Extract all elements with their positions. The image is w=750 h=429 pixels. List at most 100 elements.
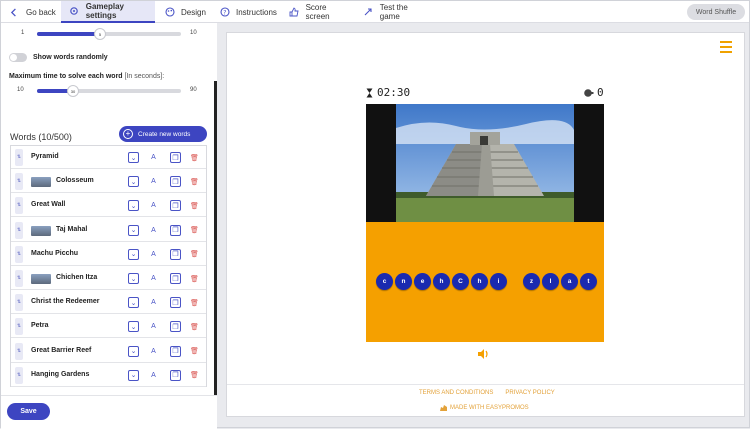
max-time-slider[interactable]: 10 30 90 <box>9 85 209 97</box>
create-new-words-button[interactable]: + Create new words <box>119 126 207 142</box>
letter-tile[interactable]: a <box>561 273 578 290</box>
translate-icon[interactable]: A <box>148 321 159 332</box>
duplicate-icon[interactable]: ❐ <box>170 345 181 357</box>
save-button[interactable]: Save <box>7 403 50 420</box>
drag-handle-icon[interactable]: ⇅ <box>15 245 23 263</box>
terms-link[interactable]: TERMS AND CONDITIONS <box>419 390 493 396</box>
made-with-link[interactable]: MADE WITH EASYPROMOS <box>440 405 529 411</box>
letter-tile[interactable]: h <box>471 273 488 290</box>
trash-icon[interactable]: 🗑 <box>189 297 200 308</box>
trash-icon[interactable]: 🗑 <box>189 152 200 163</box>
slider-min: 1 <box>21 30 25 36</box>
word-row[interactable]: ⇅ Machu Picchu ⌄ A ❐ 🗑 <box>11 243 206 266</box>
dropdown-icon[interactable]: ⌄ <box>128 200 139 212</box>
dropdown-icon[interactable]: ⌄ <box>128 297 139 309</box>
plus-icon: + <box>123 129 133 139</box>
trash-icon[interactable]: 🗑 <box>189 249 200 260</box>
score: 0 <box>583 86 604 99</box>
duplicate-icon[interactable]: ❐ <box>170 369 181 381</box>
word-row[interactable]: ⇅ Chichen Itza ⌄ A ❐ 🗑 <box>11 267 206 290</box>
translate-icon[interactable]: A <box>148 346 159 357</box>
letter-tile[interactable]: e <box>414 273 431 290</box>
word-row[interactable]: ⇅ Petra ⌄ A ❐ 🗑 <box>11 315 206 339</box>
drag-handle-icon[interactable]: ⇅ <box>15 342 23 360</box>
word-row[interactable]: ⇅ Colosseum ⌄ A ❐ 🗑 <box>11 170 206 194</box>
word-row[interactable]: ⇅ Hanging Gardens ⌄ A ❐ 🗑 <box>11 364 206 387</box>
slider-knob[interactable]: 30 <box>67 85 79 97</box>
letter-tile[interactable]: i <box>490 273 507 290</box>
translate-icon[interactable]: A <box>148 273 159 284</box>
dropdown-icon[interactable]: ⌄ <box>128 248 139 260</box>
tab-score-screen[interactable]: Score screen <box>289 1 351 23</box>
dropdown-icon[interactable]: ⌄ <box>128 152 139 163</box>
translate-icon[interactable]: A <box>148 200 159 211</box>
drag-handle-icon[interactable]: ⇅ <box>15 294 23 312</box>
dropdown-icon[interactable]: ⌄ <box>128 345 139 357</box>
translate-icon[interactable]: A <box>148 370 159 381</box>
drag-handle-icon[interactable]: ⇅ <box>15 270 23 287</box>
duplicate-icon[interactable]: ❐ <box>170 273 181 284</box>
random-words-toggle[interactable] <box>9 53 27 62</box>
app-window: Go back Gameplay settings Design ? Instr… <box>0 0 750 429</box>
words-count-slider[interactable]: 1 5 10 <box>9 28 209 40</box>
duplicate-icon[interactable]: ❐ <box>170 321 181 333</box>
trash-icon[interactable]: 🗑 <box>189 346 200 357</box>
drag-handle-icon[interactable]: ⇅ <box>15 149 23 166</box>
trash-icon[interactable]: 🗑 <box>189 370 200 381</box>
word-row[interactable]: ⇅ Great Wall ⌄ A ❐ 🗑 <box>11 194 206 218</box>
scrollbar[interactable] <box>214 81 217 427</box>
dropdown-icon[interactable]: ⌄ <box>128 321 139 333</box>
word-row[interactable]: ⇅ Great Barrier Reef ⌄ A ❐ 🗑 <box>11 340 206 363</box>
slider-track[interactable]: 5 <box>37 28 181 40</box>
drag-handle-icon[interactable]: ⇅ <box>15 197 23 215</box>
game-name-badge[interactable]: Word Shuffle <box>687 4 745 20</box>
letter-tile[interactable]: c <box>376 273 393 290</box>
word-row[interactable]: ⇅ Christ the Redeemer ⌄ A ❐ 🗑 <box>11 291 206 315</box>
tab-design[interactable]: Design <box>164 1 209 23</box>
drag-handle-icon[interactable]: ⇅ <box>15 221 23 239</box>
translate-icon[interactable]: A <box>148 249 159 260</box>
duplicate-icon[interactable]: ❐ <box>170 248 181 260</box>
translate-icon[interactable]: A <box>148 176 159 187</box>
translate-icon[interactable]: A <box>148 225 159 236</box>
speaker-icon[interactable] <box>478 346 490 364</box>
dropdown-icon[interactable]: ⌄ <box>128 369 139 381</box>
drag-handle-icon[interactable]: ⇅ <box>15 318 23 336</box>
tab-test-game[interactable]: Test the game <box>363 1 429 23</box>
dropdown-icon[interactable]: ⌄ <box>128 273 139 284</box>
letter-tile[interactable]: C <box>452 273 469 290</box>
drag-handle-icon[interactable]: ⇅ <box>15 173 23 191</box>
word-row[interactable]: ⇅ Pyramid ⌄ A ❐ 🗑 <box>11 146 206 169</box>
menu-icon[interactable] <box>720 41 732 56</box>
trash-icon[interactable]: 🗑 <box>189 200 200 211</box>
letter-tile[interactable]: n <box>395 273 412 290</box>
slider-track[interactable]: 30 <box>37 85 181 97</box>
drag-handle-icon[interactable]: ⇅ <box>15 366 23 384</box>
letter-tile[interactable]: t <box>580 273 597 290</box>
duplicate-icon[interactable]: ❐ <box>170 176 181 188</box>
duplicate-icon[interactable]: ❐ <box>170 152 181 163</box>
dropdown-icon[interactable]: ⌄ <box>128 224 139 236</box>
trash-icon[interactable]: 🗑 <box>189 321 200 332</box>
slider-knob[interactable]: 5 <box>94 28 106 40</box>
letter-tile[interactable]: h <box>433 273 450 290</box>
letter-tile[interactable]: z <box>523 273 540 290</box>
question-icon: ? <box>219 7 230 18</box>
dropdown-icon[interactable]: ⌄ <box>128 176 139 188</box>
word-list: ⇅ Pyramid ⌄ A ❐ 🗑 ⇅ Colosseum ⌄ A ❐ 🗑 ⇅ Great Wall ⌄ A ❐… <box>10 145 207 387</box>
trash-icon[interactable]: 🗑 <box>189 225 200 236</box>
duplicate-icon[interactable]: ❐ <box>170 297 181 309</box>
duplicate-icon[interactable]: ❐ <box>170 200 181 212</box>
tab-gameplay-settings[interactable]: Gameplay settings <box>61 1 155 23</box>
privacy-link[interactable]: PRIVACY POLICY <box>505 390 554 396</box>
go-back-button[interactable]: Go back <box>9 1 59 23</box>
trash-icon[interactable]: 🗑 <box>189 273 200 284</box>
max-time-text: Maximum time to solve each word <box>9 73 123 80</box>
tab-instructions[interactable]: ? Instructions <box>219 1 279 23</box>
duplicate-icon[interactable]: ❐ <box>170 224 181 236</box>
letter-tile[interactable]: I <box>542 273 559 290</box>
word-row[interactable]: ⇅ Taj Mahal ⌄ A ❐ 🗑 <box>11 219 206 242</box>
trash-icon[interactable]: 🗑 <box>189 176 200 187</box>
translate-icon[interactable]: A <box>148 297 159 308</box>
translate-icon[interactable]: A <box>148 152 159 163</box>
